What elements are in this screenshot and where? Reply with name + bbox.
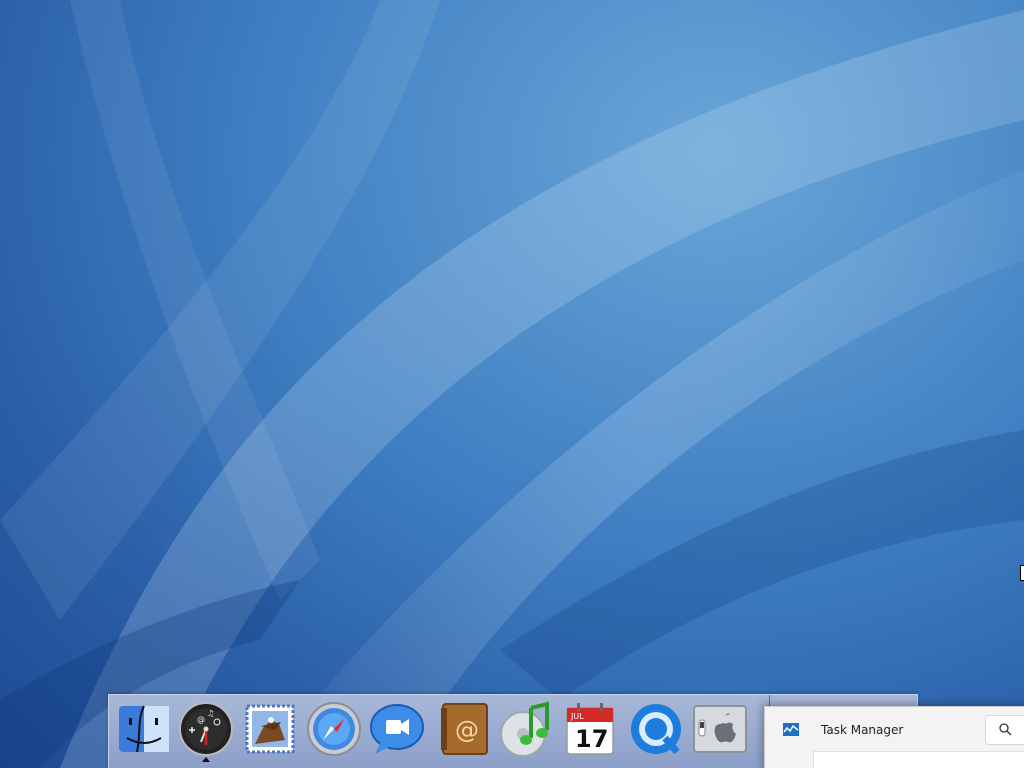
finder-icon[interactable]	[115, 700, 173, 758]
running-indicator	[202, 757, 210, 762]
wallpaper-swooshes	[0, 0, 1024, 768]
desktop: @ ♫ @ JUL 17 Task Manager	[0, 0, 1024, 768]
svg-text:@: @	[455, 716, 479, 744]
mouse-cursor-icon	[1020, 565, 1024, 581]
ical-day: 17	[575, 725, 608, 753]
dashboard-icon[interactable]: @ ♫	[177, 700, 235, 762]
ichat-icon[interactable]	[367, 700, 425, 758]
safari-icon[interactable]	[305, 700, 363, 758]
system-preferences-icon[interactable]	[691, 700, 749, 758]
task-manager-window[interactable]: Task Manager	[764, 706, 1024, 768]
quicktime-icon[interactable]	[627, 700, 685, 758]
search-icon	[999, 723, 1012, 736]
svg-text:@: @	[197, 715, 205, 724]
ical-icon[interactable]: JUL 17	[561, 700, 619, 758]
svg-text:♫: ♫	[207, 709, 214, 718]
mail-icon[interactable]	[241, 700, 299, 758]
address-book-icon[interactable]: @	[435, 700, 493, 758]
task-manager-body	[813, 751, 1024, 768]
task-manager-search-button[interactable]	[985, 715, 1024, 745]
task-manager-icon	[783, 723, 799, 736]
task-manager-title: Task Manager	[821, 723, 904, 737]
itunes-icon[interactable]	[497, 700, 555, 758]
ical-month: JUL	[570, 712, 584, 721]
